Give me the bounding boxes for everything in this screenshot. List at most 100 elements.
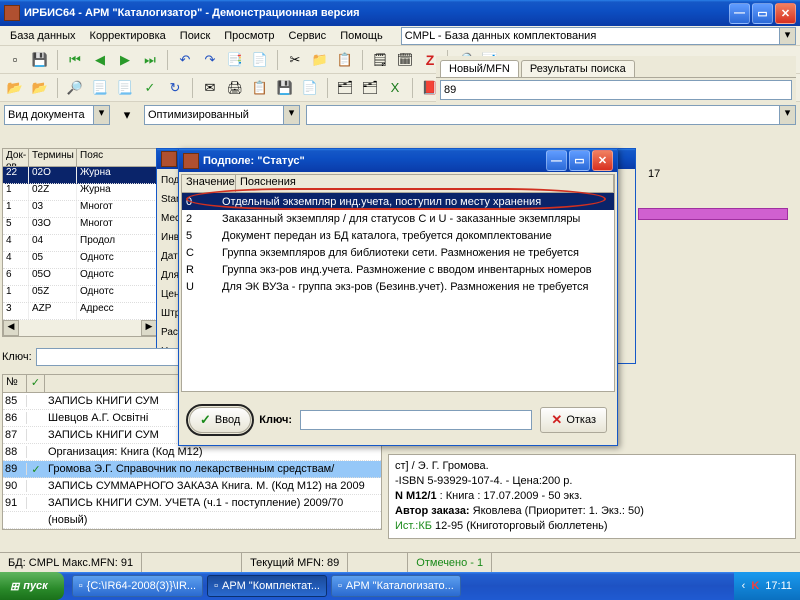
col-check[interactable]: ✓ xyxy=(27,375,45,392)
status-option[interactable]: UДля ЭК ВУЗа - группа экз-ров (Безинв.уч… xyxy=(182,278,614,295)
terms-row[interactable]: 503OМногот xyxy=(3,218,157,235)
start-button[interactable]: ⊞ пуск xyxy=(0,572,64,600)
terms-row[interactable]: 2202OЖурна xyxy=(3,167,157,184)
print-icon[interactable]: 🖨 xyxy=(224,77,246,99)
t2-2-icon[interactable]: 📂 xyxy=(29,77,51,99)
third-combo[interactable] xyxy=(306,105,780,125)
menu-view[interactable]: Просмотр xyxy=(218,28,280,44)
cut-icon[interactable]: ✂ xyxy=(284,49,306,71)
t2-4-icon[interactable]: 📃 xyxy=(89,77,111,99)
terms-row[interactable]: 3AZPАдресс xyxy=(3,303,157,320)
mfn-input[interactable]: 89 xyxy=(440,80,792,100)
record-row[interactable]: 88 Организация: Книга (Код М12) xyxy=(3,444,381,461)
t2-5-icon[interactable]: 📃 xyxy=(114,77,136,99)
database-combo[interactable] xyxy=(401,27,780,45)
tab-new-mfn[interactable]: Новый/MFN xyxy=(440,60,519,77)
t2-8-icon[interactable]: ✉ xyxy=(199,77,221,99)
t2-13-icon[interactable]: 🗂 xyxy=(334,77,356,99)
first-icon[interactable]: ⏮ xyxy=(64,49,86,71)
last-icon[interactable]: ⏭ xyxy=(139,49,161,71)
tray-kaspersky-icon[interactable]: K xyxy=(751,580,759,592)
t2-12-icon[interactable]: 📄 xyxy=(299,77,321,99)
folder-icon[interactable]: 📁 xyxy=(309,49,331,71)
tool-icon[interactable]: 📑 xyxy=(224,49,246,71)
new-icon[interactable]: ▫ xyxy=(4,49,26,71)
close-button[interactable]: ✕ xyxy=(775,3,796,24)
menu-service[interactable]: Сервис xyxy=(283,28,333,44)
undo-icon[interactable]: ↶ xyxy=(174,49,196,71)
prev-icon[interactable]: ◀ xyxy=(89,49,111,71)
t2-10-icon[interactable]: 📋 xyxy=(249,77,271,99)
maximize-button[interactable]: ▭ xyxy=(752,3,773,24)
popup-title: Подполе: "Статус" xyxy=(203,155,546,167)
popup-minimize[interactable]: — xyxy=(546,150,567,171)
popup-icon xyxy=(183,153,199,169)
popup-key-input[interactable] xyxy=(300,410,532,430)
third-dd[interactable]: ▾ xyxy=(780,105,796,125)
doc-type-dd[interactable]: ▾ xyxy=(94,105,110,125)
terms-row[interactable]: 605OОднотс xyxy=(3,269,157,286)
taskbar-item[interactable]: ▫АРМ "Каталогизато... xyxy=(331,575,461,597)
scroll-right[interactable]: ▶ xyxy=(141,320,157,336)
enter-button[interactable]: ✓Ввод xyxy=(189,407,251,433)
col-terms[interactable]: Термины xyxy=(29,149,77,166)
t2-1-icon[interactable]: 📂 xyxy=(4,77,26,99)
menu-help[interactable]: Помощь xyxy=(334,28,389,44)
tool2-icon[interactable]: 📄 xyxy=(249,49,271,71)
t2-11-icon[interactable]: 💾 xyxy=(274,77,296,99)
system-tray[interactable]: ‹ K 17:11 xyxy=(734,572,800,600)
record-row[interactable]: (новый) xyxy=(3,512,381,529)
popup-titlebar[interactable]: Подполе: "Статус" — ▭ ✕ xyxy=(179,149,617,172)
popup-key-label: Ключ: xyxy=(259,414,292,426)
t2-6-icon[interactable]: ✓ xyxy=(139,77,161,99)
cancel-button[interactable]: ✕Отказ xyxy=(540,407,607,433)
record-row[interactable]: 89✓Громова Э.Г. Справочник по лекарствен… xyxy=(3,461,381,478)
col-number[interactable]: № xyxy=(3,375,27,392)
terms-row[interactable]: 404Продол xyxy=(3,235,157,252)
tab-results[interactable]: Результаты поиска xyxy=(521,60,635,77)
save-icon[interactable]: 💾 xyxy=(29,49,51,71)
t2-3-icon[interactable]: 🔎 xyxy=(64,77,86,99)
doc-type-combo[interactable] xyxy=(4,105,94,125)
menu-search[interactable]: Поиск xyxy=(174,28,216,44)
excel-icon[interactable]: X xyxy=(384,77,406,99)
status-option[interactable]: RГруппа экз-ров инд.учета. Размножение с… xyxy=(182,261,614,278)
minimize-button[interactable]: — xyxy=(729,3,750,24)
doc-icon[interactable]: 📋 xyxy=(334,49,356,71)
col-explain[interactable]: Пояснения xyxy=(236,175,614,192)
database-combo-dropdown[interactable]: ▾ xyxy=(780,27,796,45)
taskbar-item[interactable]: ▫{C:\IR64-2008(3)}\IR... xyxy=(72,575,203,597)
terms-row[interactable]: 105ZОднотс xyxy=(3,286,157,303)
menu-edit[interactable]: Корректировка xyxy=(84,28,172,44)
terms-row[interactable]: 405Однотс xyxy=(3,252,157,269)
status-option[interactable]: 2Заказанный экземпляр / для статусов C и… xyxy=(182,210,614,227)
record-row[interactable]: 90ЗАПИСЬ СУММАРНОГО ЗАКАЗА Книга. М. (Ко… xyxy=(3,478,381,495)
popup-maximize[interactable]: ▭ xyxy=(569,150,590,171)
status-option[interactable]: 0Отдельный экземпляр инд.учета, поступил… xyxy=(182,193,614,210)
redo-icon[interactable]: ↷ xyxy=(199,49,221,71)
menu-database[interactable]: База данных xyxy=(4,28,82,44)
scroll-track[interactable] xyxy=(19,320,141,336)
combo-extra-icon[interactable]: ▾ xyxy=(116,104,138,126)
scroll-left[interactable]: ◀ xyxy=(3,320,19,336)
t2-14-icon[interactable]: 🗂 xyxy=(359,77,381,99)
popup-close[interactable]: ✕ xyxy=(592,150,613,171)
next-icon[interactable]: ▶ xyxy=(114,49,136,71)
status-option[interactable]: CГруппа экземпляров для библиотеки сети.… xyxy=(182,244,614,261)
mode-combo[interactable] xyxy=(144,105,284,125)
tray-arrow-icon[interactable]: ‹ xyxy=(742,580,746,592)
taskbar-item[interactable]: ▫АРМ "Комплектат... xyxy=(207,575,327,597)
key-label: Ключ: xyxy=(2,351,32,363)
terms-row[interactable]: 102ZЖурна xyxy=(3,184,157,201)
status-db: БД: CMPL Макс.MFN: 91 xyxy=(0,553,142,572)
col-count[interactable]: Док-ов xyxy=(3,149,29,166)
misc1-icon[interactable]: 🗒 xyxy=(369,49,391,71)
mode-dd[interactable]: ▾ xyxy=(284,105,300,125)
status-option[interactable]: 5Документ передан из БД каталога, требуе… xyxy=(182,227,614,244)
col-value[interactable]: Значение xyxy=(182,175,236,192)
t2-7-icon[interactable]: ↻ xyxy=(164,77,186,99)
terms-row[interactable]: 103Многот xyxy=(3,201,157,218)
col-desc[interactable]: Пояс xyxy=(77,149,157,166)
record-row[interactable]: 91ЗАПИСЬ КНИГИ СУМ. УЧЕТА (ч.1 - поступл… xyxy=(3,495,381,512)
misc2-icon[interactable]: 🗓 xyxy=(394,49,416,71)
